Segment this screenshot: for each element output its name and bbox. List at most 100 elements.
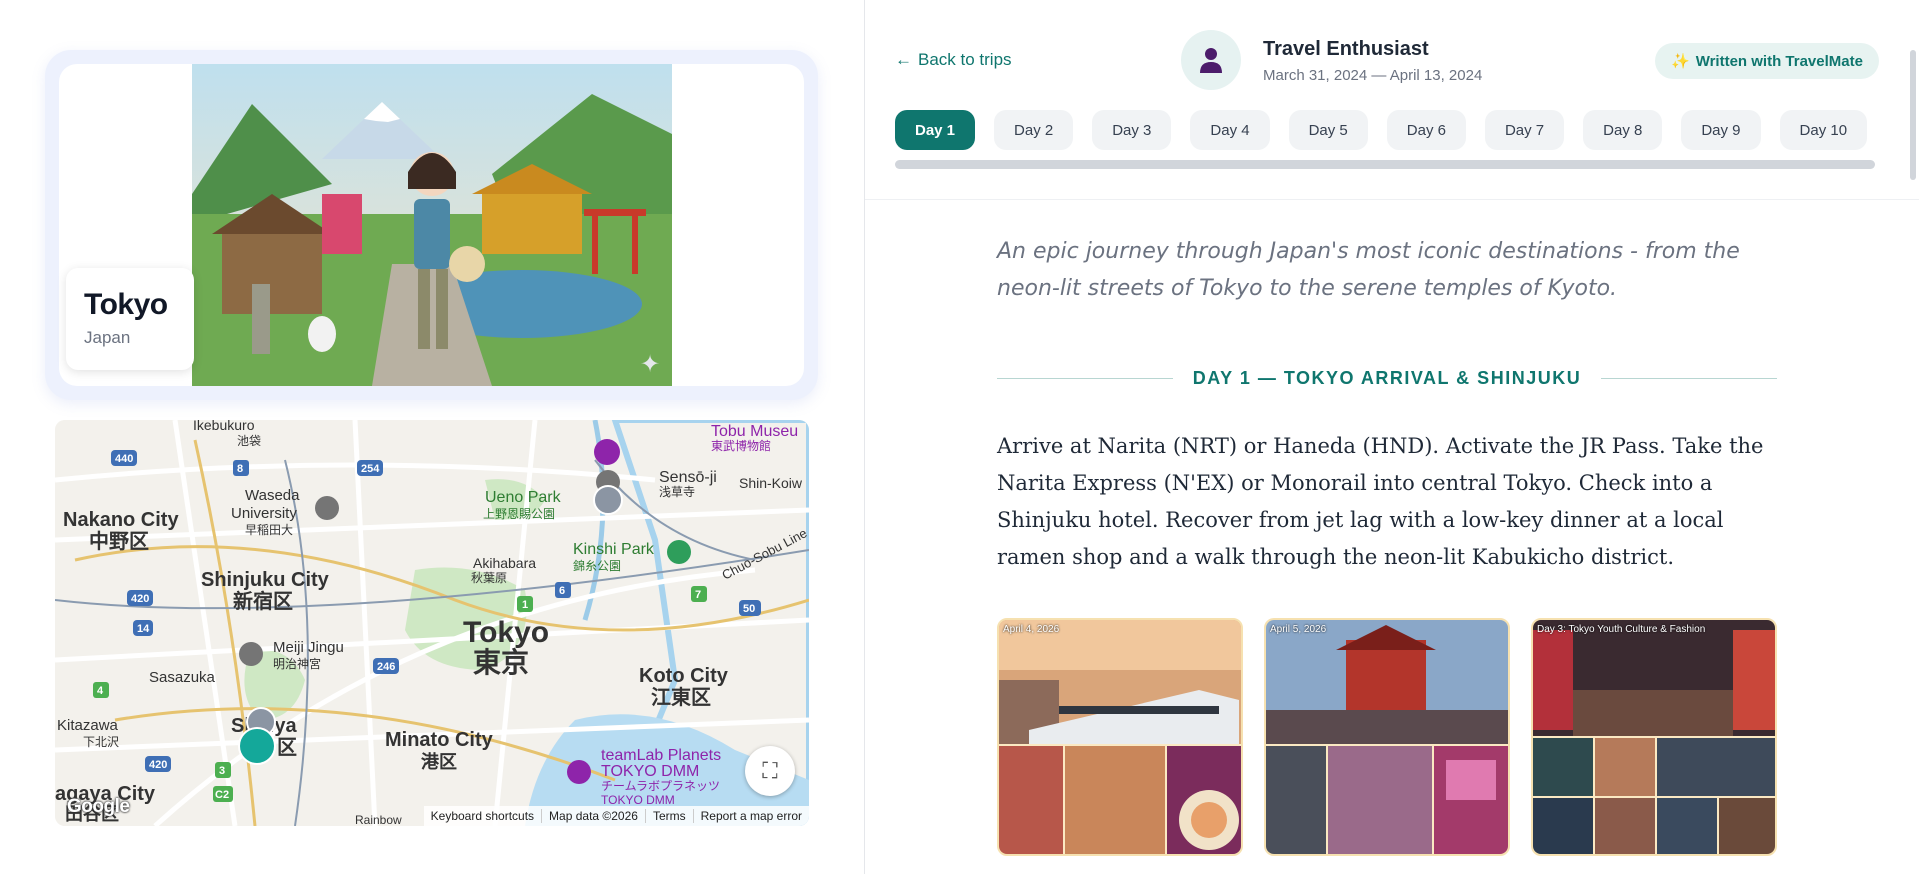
map-label-waseda: Waseda: [245, 487, 300, 504]
map-label-shinjuku-jp: 新宿区: [233, 589, 293, 613]
map-label-shinjuku: Shinjuku City: [201, 569, 330, 591]
avatar[interactable]: [1181, 30, 1241, 90]
map-label-minato-jp: 港区: [421, 752, 457, 772]
route-shield-8: 8: [237, 463, 243, 475]
trip-marker-shibuya-active[interactable]: [238, 727, 276, 765]
route-shield-4: 4: [97, 685, 104, 697]
map-label-teamlab-2: TOKYO DMM: [601, 763, 699, 780]
teamlab-poi-icon[interactable]: [567, 760, 591, 784]
photo-card[interactable]: Day 3: Tokyo Youth Culture & Fashion: [1531, 618, 1777, 856]
trip-intro: An epic journey through Japan's most ico…: [997, 239, 1740, 301]
photo-card[interactable]: April 4, 2026: [997, 618, 1243, 856]
map-label-tokyo: Tokyo: [463, 616, 549, 649]
sparkle-icon: ✦: [640, 351, 661, 378]
tab-day-7[interactable]: Day 7: [1484, 110, 1565, 150]
map-canvas[interactable]: Ikebukuro 池袋 Waseda University 早稲田大 Naka…: [55, 420, 809, 826]
user-icon: [1200, 48, 1222, 73]
route-shield-3: 3: [219, 765, 225, 777]
route-shield-246: 246: [377, 661, 395, 673]
map-label-tobu: Tobu Museu: [711, 423, 798, 440]
trip-header: ← Back to trips Travel Enthusiast March …: [865, 0, 1919, 200]
map-label-waseda-jp: 早稲田大: [245, 523, 293, 537]
map[interactable]: Ikebukuro 池袋 Waseda University 早稲田大 Naka…: [55, 420, 809, 826]
shrine-poi-icon[interactable]: [239, 642, 263, 666]
left-pane: Tokyo Japan ✦ Ikebukuro 池袋 Waseda Univer…: [0, 0, 864, 874]
route-shield-420b: 420: [149, 759, 167, 771]
map-label-koto: Koto City: [639, 665, 729, 687]
tab-day-3[interactable]: Day 3: [1092, 110, 1172, 150]
map-label-kinshi-jp: 錦糸公園: [573, 558, 621, 573]
back-to-trips-link[interactable]: ← Back to trips: [895, 50, 1012, 70]
sparkles-icon: ✨: [1671, 53, 1690, 70]
route-shield-6: 6: [559, 585, 565, 597]
map-label-tobu-jp: 東武博物館: [711, 438, 771, 453]
trip-dates: March 31, 2024 — April 13, 2024: [1263, 67, 1483, 84]
map-label-ikebukuro: Ikebukuro: [193, 420, 255, 433]
arrow-left-icon: ←: [895, 50, 912, 69]
route-shield-c2: C2: [215, 789, 229, 801]
hero-illustration: [192, 64, 672, 386]
map-label-akihabara: Akihabara: [473, 555, 536, 571]
tab-day-1[interactable]: Day 1: [895, 110, 976, 150]
tab-day-8[interactable]: Day 8: [1583, 110, 1663, 150]
map-keyboard-shortcuts[interactable]: Keyboard shortcuts: [424, 809, 541, 823]
tab-day-4[interactable]: Day 4: [1190, 110, 1270, 150]
map-label-ueno: Ueno Park: [485, 489, 562, 506]
author-name: Travel Enthusiast: [1263, 38, 1429, 60]
city-card: Tokyo Japan: [66, 268, 194, 370]
right-pane: ← Back to trips Travel Enthusiast March …: [865, 0, 1919, 874]
map-terms-link[interactable]: Terms: [644, 809, 693, 823]
photo-caption: Day 3: Tokyo Youth Culture & Fashion: [1537, 624, 1706, 635]
back-to-trips-label: Back to trips: [918, 50, 1012, 69]
tab-day-9[interactable]: Day 9: [1681, 110, 1761, 150]
route-shield-14: 14: [137, 623, 150, 635]
photo-grid: April 4, 2026 April 5, 2026 Day 3: Tokyo…: [997, 618, 1777, 856]
route-shield-7: 7: [695, 589, 701, 601]
photo-collage: [1533, 620, 1775, 854]
heading-rule-right: [1601, 377, 1777, 379]
heading-rule-left: [997, 377, 1173, 379]
museum-poi-icon[interactable]: [594, 439, 620, 465]
map-footer: Keyboard shortcuts Map data ©2026 Terms …: [423, 806, 809, 826]
route-shield-440: 440: [115, 453, 133, 465]
photo-collage: [1266, 620, 1508, 854]
day-description: Arrive at Narita (NRT) or Haneda (HND). …: [997, 434, 1764, 569]
author-info: Travel Enthusiast March 31, 2024 — April…: [1263, 38, 1482, 84]
fullscreen-icon[interactable]: ⛶: [745, 746, 795, 796]
university-poi-icon[interactable]: [315, 496, 339, 520]
day-tabs: Day 1 Day 2 Day 3 Day 4 Day 5 Day 6 Day …: [895, 110, 1875, 152]
written-with-badge[interactable]: ✨ Written with TravelMate: [1655, 43, 1879, 79]
tabs-scrollbar[interactable]: [895, 160, 1875, 169]
route-shield-1: 1: [522, 599, 528, 611]
map-label-nakano: Nakano City: [63, 509, 179, 531]
tab-day-2[interactable]: Day 2: [994, 110, 1074, 150]
photo-date: April 4, 2026: [1003, 624, 1060, 635]
map-report-error-link[interactable]: Report a map error: [692, 809, 809, 823]
map-label-ueno-jp: 上野恩賜公園: [483, 507, 555, 521]
map-label-waseda-2: University: [231, 505, 297, 522]
google-logo: Google: [67, 796, 130, 817]
park-poi-icon[interactable]: [667, 540, 691, 564]
day-heading-label: DAY 1 — TOKYO ARRIVAL & SHINJUKU: [1192, 367, 1582, 388]
map-label-kitazawa-jp: 下北沢: [83, 735, 119, 749]
trip-marker-asakusa[interactable]: [593, 485, 623, 515]
photo-collage: [999, 620, 1241, 854]
map-data-credit: Map data ©2026: [541, 809, 645, 823]
tab-day-6[interactable]: Day 6: [1386, 110, 1466, 150]
map-label-shibuya-jp: 区: [277, 737, 297, 759]
map-label-minato: Minato City: [385, 729, 494, 751]
map-label-shinkoiwa: Shin-Koiw: [739, 475, 803, 491]
city-name: Tokyo: [84, 288, 168, 321]
map-label-teamlab: teamLab Planets: [601, 747, 721, 764]
country-name: Japan: [84, 328, 131, 347]
photo-card[interactable]: April 5, 2026: [1264, 618, 1510, 856]
map-label-nakano-jp: 中野区: [89, 529, 149, 553]
map-label-sensoji-jp: 浅草寺: [659, 485, 695, 499]
day-heading: DAY 1 — TOKYO ARRIVAL & SHINJUKU: [997, 368, 1777, 388]
tab-day-10[interactable]: Day 10: [1779, 110, 1868, 150]
map-label-meiji: Meiji Jingu: [273, 639, 344, 656]
tab-day-5[interactable]: Day 5: [1288, 110, 1368, 150]
page-scrollbar[interactable]: [1910, 50, 1916, 180]
route-shield-50: 50: [743, 603, 755, 615]
map-label-sasazuka: Sasazuka: [149, 669, 216, 686]
